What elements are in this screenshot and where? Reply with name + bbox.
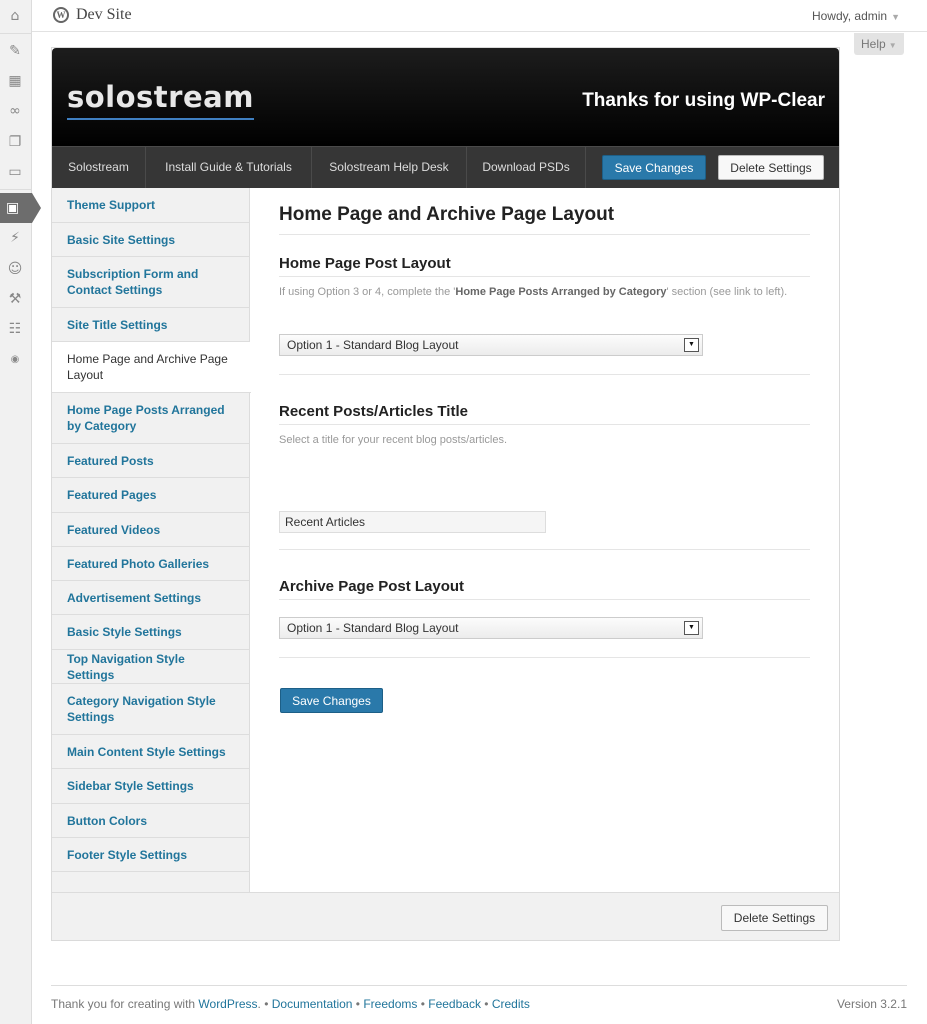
panel-footer: Delete Settings <box>52 892 839 940</box>
version-text: Version 3.2.1 <box>836 997 907 1011</box>
rail-separator <box>0 33 32 34</box>
sidebar-item-home-archive-layout[interactable]: Home Page and Archive Page Layout <box>52 342 251 393</box>
page-title: Home Page and Archive Page Layout <box>279 204 810 235</box>
desc-bold-text: Home Page Posts Arranged by Category <box>455 286 667 298</box>
sidebar-item-sidebar-style[interactable]: Sidebar Style Settings <box>52 769 250 804</box>
pages-icon[interactable]: ❐ <box>4 131 26 153</box>
help-tab[interactable]: Help ▼ <box>854 33 904 55</box>
posts-icon[interactable]: ✎ <box>4 40 26 62</box>
save-changes-button[interactable]: Save Changes <box>280 688 383 713</box>
theme-banner: solostream Thanks for using WP-Clear <box>52 48 839 146</box>
sidebar-item-button-colors[interactable]: Button Colors <box>52 804 250 838</box>
sidebar-item-basic-site-settings[interactable]: Basic Site Settings <box>52 223 250 257</box>
dropdown-arrow-icon[interactable]: ▼ <box>684 621 699 635</box>
chevron-down-icon: ▼ <box>888 41 897 50</box>
recent-title-heading: Recent Posts/Articles Title <box>279 403 810 425</box>
sidebar-item-site-title-settings[interactable]: Site Title Settings <box>52 308 250 342</box>
section-divider <box>279 374 810 375</box>
wordpress-logo-icon: W <box>53 7 69 23</box>
plugins-icon[interactable]: ⚡ <box>4 227 26 249</box>
home-layout-title: Home Page Post Layout <box>279 255 810 277</box>
sidebar-item-featured-posts[interactable]: Featured Posts <box>52 444 250 478</box>
footer-separator: • <box>480 997 492 1011</box>
save-changes-button[interactable]: Save Changes <box>602 155 706 180</box>
feedback-link[interactable]: Feedback <box>428 997 481 1011</box>
footer-thanks-text: Thank you for creating with <box>51 997 199 1011</box>
sidebar-item-featured-pages[interactable]: Featured Pages <box>52 478 250 513</box>
admin-menu-rail: ⌂ ✎ ▦ ∞ ❐ ▭ ▣ ⚡ ☺ ⚒ ☷ ◉ <box>0 0 41 1024</box>
home-layout-description: If using Option 3 or 4, complete the 'Ho… <box>279 284 807 300</box>
wordpress-link[interactable]: WordPress <box>198 997 257 1011</box>
select-value: Option 1 - Standard Blog Layout <box>287 621 459 635</box>
sidebar-item-category-nav-style[interactable]: Category Navigation Style Settings <box>52 684 250 735</box>
sidebar-item-featured-photo-galleries[interactable]: Featured Photo Galleries <box>52 547 250 581</box>
footer-separator: • <box>352 997 364 1011</box>
nav-link-download-psds[interactable]: Download PSDs <box>467 147 586 188</box>
sidebar-item-advertisement-settings[interactable]: Advertisement Settings <box>52 581 250 615</box>
footer-separator: • <box>417 997 429 1011</box>
howdy-label: Howdy, admin <box>811 9 888 23</box>
admin-header: W Dev Site Howdy, admin ▼ <box>32 0 927 32</box>
dropdown-arrow-icon[interactable]: ▼ <box>684 338 699 352</box>
settings-icon[interactable]: ☷ <box>4 318 26 340</box>
site-title[interactable]: Dev Site <box>76 6 132 24</box>
recent-title-input[interactable] <box>279 511 546 533</box>
sidebar-item-footer-style[interactable]: Footer Style Settings <box>52 838 250 872</box>
help-label: Help <box>861 37 886 51</box>
rail-separator <box>0 189 32 190</box>
nav-link-solostream[interactable]: Solostream <box>52 147 146 188</box>
thanks-message: Thanks for using WP-Clear <box>582 90 825 111</box>
recent-title-description: Select a title for your recent blog post… <box>279 434 508 446</box>
chevron-down-icon: ▼ <box>891 12 900 22</box>
nav-link-install-guide[interactable]: Install Guide & Tutorials <box>146 147 312 188</box>
collapse-icon[interactable]: ◉ <box>4 349 26 371</box>
comments-icon[interactable]: ▭ <box>4 161 26 183</box>
links-icon[interactable]: ∞ <box>4 100 26 122</box>
theme-top-nav: Solostream Install Guide & Tutorials Sol… <box>52 146 839 188</box>
sidebar-item-main-content-style[interactable]: Main Content Style Settings <box>52 735 250 769</box>
sidebar-item-basic-style-settings[interactable]: Basic Style Settings <box>52 615 250 650</box>
user-menu[interactable]: Howdy, admin ▼ <box>812 9 900 23</box>
sidebar-item-top-nav-style[interactable]: Top Navigation Style Settings <box>52 650 250 684</box>
sidebar-item-home-posts-by-category[interactable]: Home Page Posts Arranged by Category <box>52 393 250 444</box>
footer-separator: . • <box>257 997 272 1011</box>
credits-link[interactable]: Credits <box>492 997 530 1011</box>
archive-layout-select[interactable]: Option 1 - Standard Blog Layout ▼ <box>279 617 703 639</box>
documentation-link[interactable]: Documentation <box>272 997 353 1011</box>
delete-settings-button[interactable]: Delete Settings <box>721 905 828 931</box>
sidebar-item-subscription-form[interactable]: Subscription Form and Contact Settings <box>52 257 250 308</box>
brand-logo: solostream <box>67 78 254 120</box>
section-divider <box>279 549 810 550</box>
archive-layout-title: Archive Page Post Layout <box>279 578 810 600</box>
freedoms-link[interactable]: Freedoms <box>363 997 417 1011</box>
delete-settings-button[interactable]: Delete Settings <box>718 155 824 180</box>
desc-text: If using Option 3 or 4, complete the ' <box>279 286 456 298</box>
select-value: Option 1 - Standard Blog Layout <box>287 338 459 352</box>
nav-link-help-desk[interactable]: Solostream Help Desk <box>312 147 467 188</box>
settings-sidebar: Theme Support Basic Site Settings Subscr… <box>52 188 251 892</box>
sidebar-item-theme-support[interactable]: Theme Support <box>52 188 250 223</box>
tools-icon[interactable]: ⚒ <box>4 288 26 310</box>
desc-text: ' section (see link to left). <box>666 286 788 298</box>
home-layout-select[interactable]: Option 1 - Standard Blog Layout ▼ <box>279 334 703 356</box>
appearance-icon[interactable]: ▣ <box>0 193 41 223</box>
theme-options-panel: solostream Thanks for using WP-Clear Sol… <box>51 47 840 941</box>
dashboard-icon[interactable]: ⌂ <box>4 5 26 27</box>
section-divider <box>279 657 810 658</box>
media-icon[interactable]: ▦ <box>4 70 26 92</box>
admin-footer: Thank you for creating with WordPress. •… <box>51 985 907 1011</box>
sidebar-item-featured-videos[interactable]: Featured Videos <box>52 513 250 547</box>
users-icon[interactable]: ☺ <box>4 258 26 280</box>
